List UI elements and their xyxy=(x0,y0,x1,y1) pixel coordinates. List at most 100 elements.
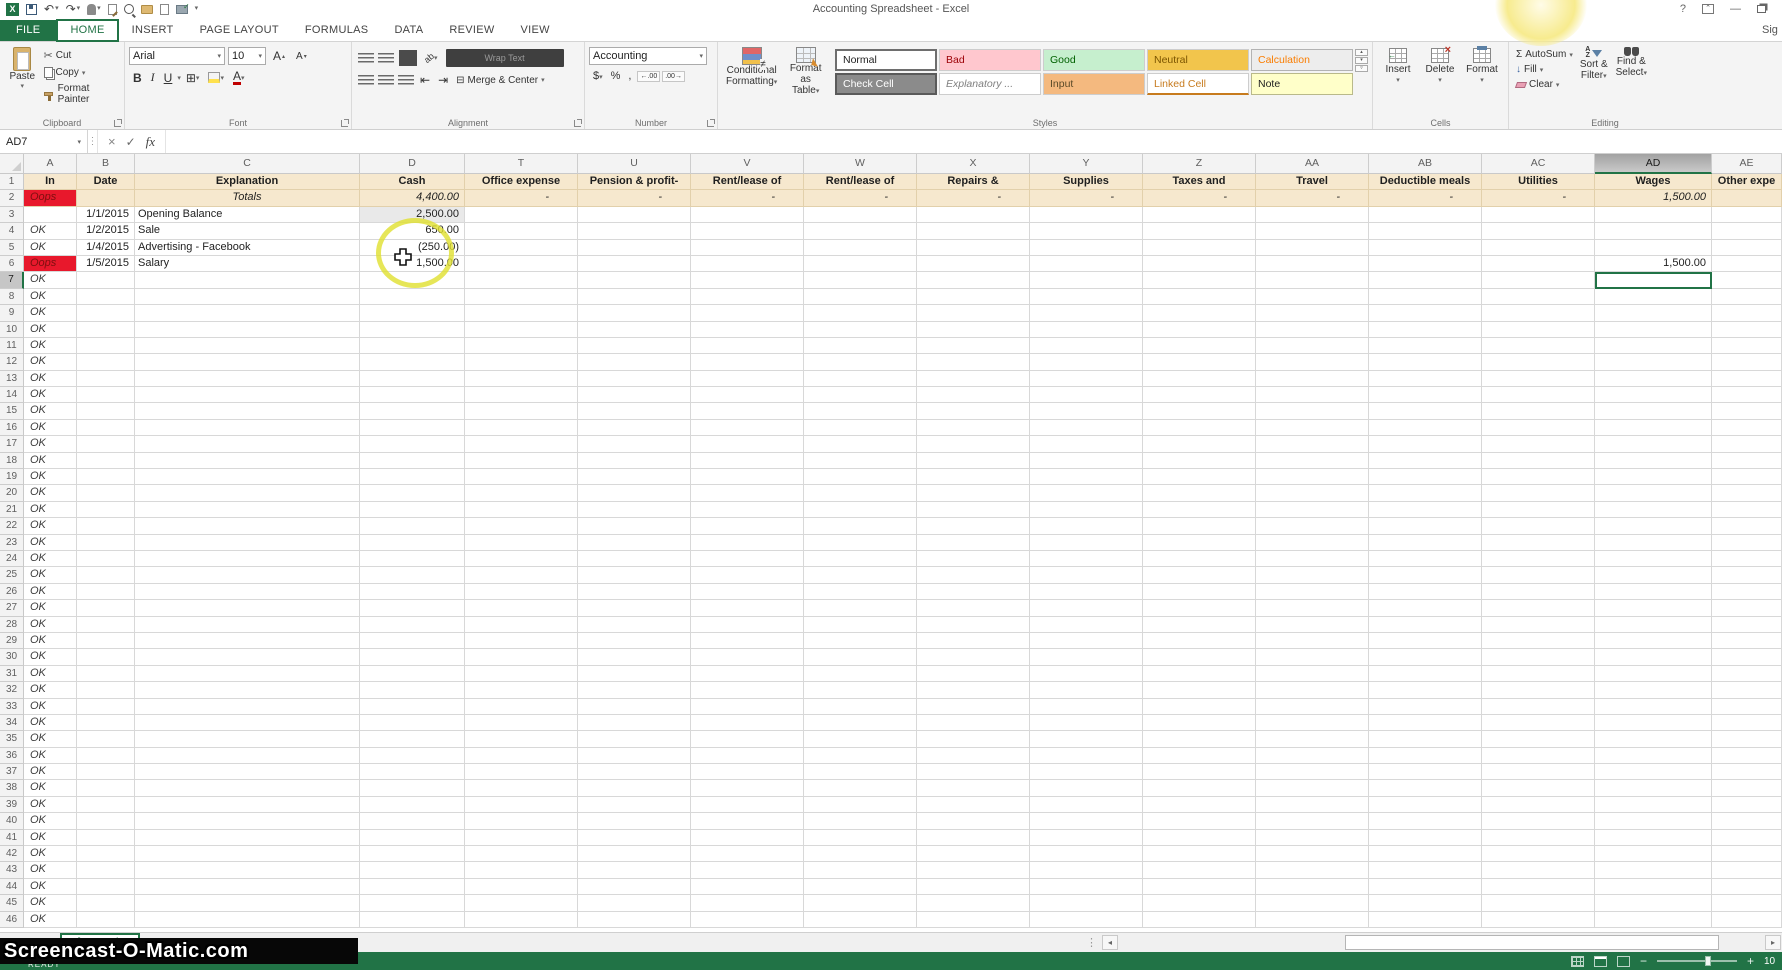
cell-D27[interactable] xyxy=(360,600,465,617)
cell-X24[interactable] xyxy=(917,550,1030,568)
cell-Y31[interactable] xyxy=(1030,665,1143,683)
cell-V38[interactable] xyxy=(691,780,804,797)
cell-C20[interactable] xyxy=(135,485,360,502)
cell-A28[interactable]: OK xyxy=(24,616,77,633)
cell-T5[interactable] xyxy=(465,239,578,256)
cell-AE8[interactable] xyxy=(1712,288,1782,306)
cell-T16[interactable] xyxy=(465,419,578,437)
cell-Z31[interactable] xyxy=(1143,665,1256,683)
cell-V46[interactable] xyxy=(691,911,804,928)
cell-Z45[interactable] xyxy=(1143,895,1256,912)
cell-V39[interactable] xyxy=(691,796,804,814)
cell-T21[interactable] xyxy=(465,501,578,519)
cell-Y30[interactable] xyxy=(1030,649,1143,666)
cell-AE7[interactable] xyxy=(1712,272,1782,289)
cell-D43[interactable] xyxy=(360,862,465,879)
cell-D42[interactable] xyxy=(360,846,465,863)
cell-V4[interactable] xyxy=(691,223,804,240)
cell-AD11[interactable] xyxy=(1595,337,1712,355)
cell-X12[interactable] xyxy=(917,354,1030,371)
cell-V37[interactable] xyxy=(691,764,804,781)
cell-U31[interactable] xyxy=(578,665,691,683)
cell-AB15[interactable] xyxy=(1369,403,1482,420)
column-header-C[interactable]: C xyxy=(135,154,360,174)
header-cell-A[interactable]: In xyxy=(24,174,77,191)
cell-AA18[interactable] xyxy=(1256,452,1369,470)
row-header-13[interactable]: 13 xyxy=(0,370,24,388)
cell-X34[interactable] xyxy=(917,714,1030,732)
cell-AD5[interactable] xyxy=(1595,239,1712,256)
cell-W6[interactable] xyxy=(804,255,917,273)
header-cell-C[interactable]: Explanation xyxy=(135,174,360,191)
cell-W16[interactable] xyxy=(804,419,917,437)
cell-D22[interactable] xyxy=(360,518,465,535)
cell-C11[interactable] xyxy=(135,337,360,355)
cell-U4[interactable] xyxy=(578,223,691,240)
sign-in-link[interactable]: Sig xyxy=(1762,24,1782,36)
cell-T15[interactable] xyxy=(465,403,578,420)
row-header-29[interactable]: 29 xyxy=(0,632,24,650)
align-left-button[interactable] xyxy=(358,74,374,86)
cell-AA45[interactable] xyxy=(1256,895,1369,912)
cell-AC33[interactable] xyxy=(1482,698,1595,715)
cell-A40[interactable]: OK xyxy=(24,813,77,830)
cancel-icon[interactable]: × xyxy=(108,134,116,149)
cell-AA12[interactable] xyxy=(1256,354,1369,371)
row-header-10[interactable]: 10 xyxy=(0,321,24,338)
cell-A4[interactable]: OK xyxy=(24,223,77,240)
cell-Y34[interactable] xyxy=(1030,714,1143,732)
cell-Y19[interactable] xyxy=(1030,469,1143,486)
cell-U29[interactable] xyxy=(578,632,691,650)
row-header-5[interactable]: 5 xyxy=(0,239,24,256)
cell-AE30[interactable] xyxy=(1712,649,1782,666)
cell-C46[interactable] xyxy=(135,911,360,928)
cell-U39[interactable] xyxy=(578,796,691,814)
accounting-format-button[interactable]: $▾ xyxy=(589,70,607,82)
cell-B40[interactable] xyxy=(77,813,135,830)
cell-W32[interactable] xyxy=(804,682,917,699)
select-all-corner[interactable] xyxy=(0,154,24,174)
row-header-18[interactable]: 18 xyxy=(0,452,24,470)
row-header-39[interactable]: 39 xyxy=(0,796,24,814)
cell-AA15[interactable] xyxy=(1256,403,1369,420)
cell-V25[interactable] xyxy=(691,567,804,584)
cell-AA27[interactable] xyxy=(1256,600,1369,617)
cell-D20[interactable] xyxy=(360,485,465,502)
row-header-22[interactable]: 22 xyxy=(0,518,24,535)
cell-Z40[interactable] xyxy=(1143,813,1256,830)
cell-V31[interactable] xyxy=(691,665,804,683)
cell-Y32[interactable] xyxy=(1030,682,1143,699)
row-header-2[interactable]: 2 xyxy=(0,190,24,207)
column-header-AA[interactable]: AA xyxy=(1256,154,1369,174)
cell-AC15[interactable] xyxy=(1482,403,1595,420)
cell-A29[interactable]: OK xyxy=(24,632,77,650)
cell-T12[interactable] xyxy=(465,354,578,371)
style-linked-cell[interactable]: Linked Cell xyxy=(1147,73,1249,95)
cell-Y23[interactable] xyxy=(1030,534,1143,551)
cell-V32[interactable] xyxy=(691,682,804,699)
paste-button[interactable]: Paste ▾ xyxy=(4,45,41,90)
cell-X8[interactable] xyxy=(917,288,1030,306)
cell-C27[interactable] xyxy=(135,600,360,617)
cell-W25[interactable] xyxy=(804,567,917,584)
cell-AE29[interactable] xyxy=(1712,632,1782,650)
cell-A30[interactable]: OK xyxy=(24,649,77,666)
cell-AA29[interactable] xyxy=(1256,632,1369,650)
cell-X30[interactable] xyxy=(917,649,1030,666)
align-bottom-button[interactable] xyxy=(399,50,417,66)
row-header-37[interactable]: 37 xyxy=(0,764,24,781)
cell-Z12[interactable] xyxy=(1143,354,1256,371)
cell-AA17[interactable] xyxy=(1256,436,1369,453)
cell-AE45[interactable] xyxy=(1712,895,1782,912)
cell-Y41[interactable] xyxy=(1030,829,1143,847)
column-header-Y[interactable]: Y xyxy=(1030,154,1143,174)
cell-Z23[interactable] xyxy=(1143,534,1256,551)
cell-X44[interactable] xyxy=(917,878,1030,896)
cell-U15[interactable] xyxy=(578,403,691,420)
cell-C25[interactable] xyxy=(135,567,360,584)
cell-X46[interactable] xyxy=(917,911,1030,928)
save-button[interactable] xyxy=(26,3,37,15)
tab-view[interactable]: VIEW xyxy=(508,20,563,41)
cell-AC7[interactable] xyxy=(1482,272,1595,289)
open-folder-button[interactable] xyxy=(140,4,153,14)
